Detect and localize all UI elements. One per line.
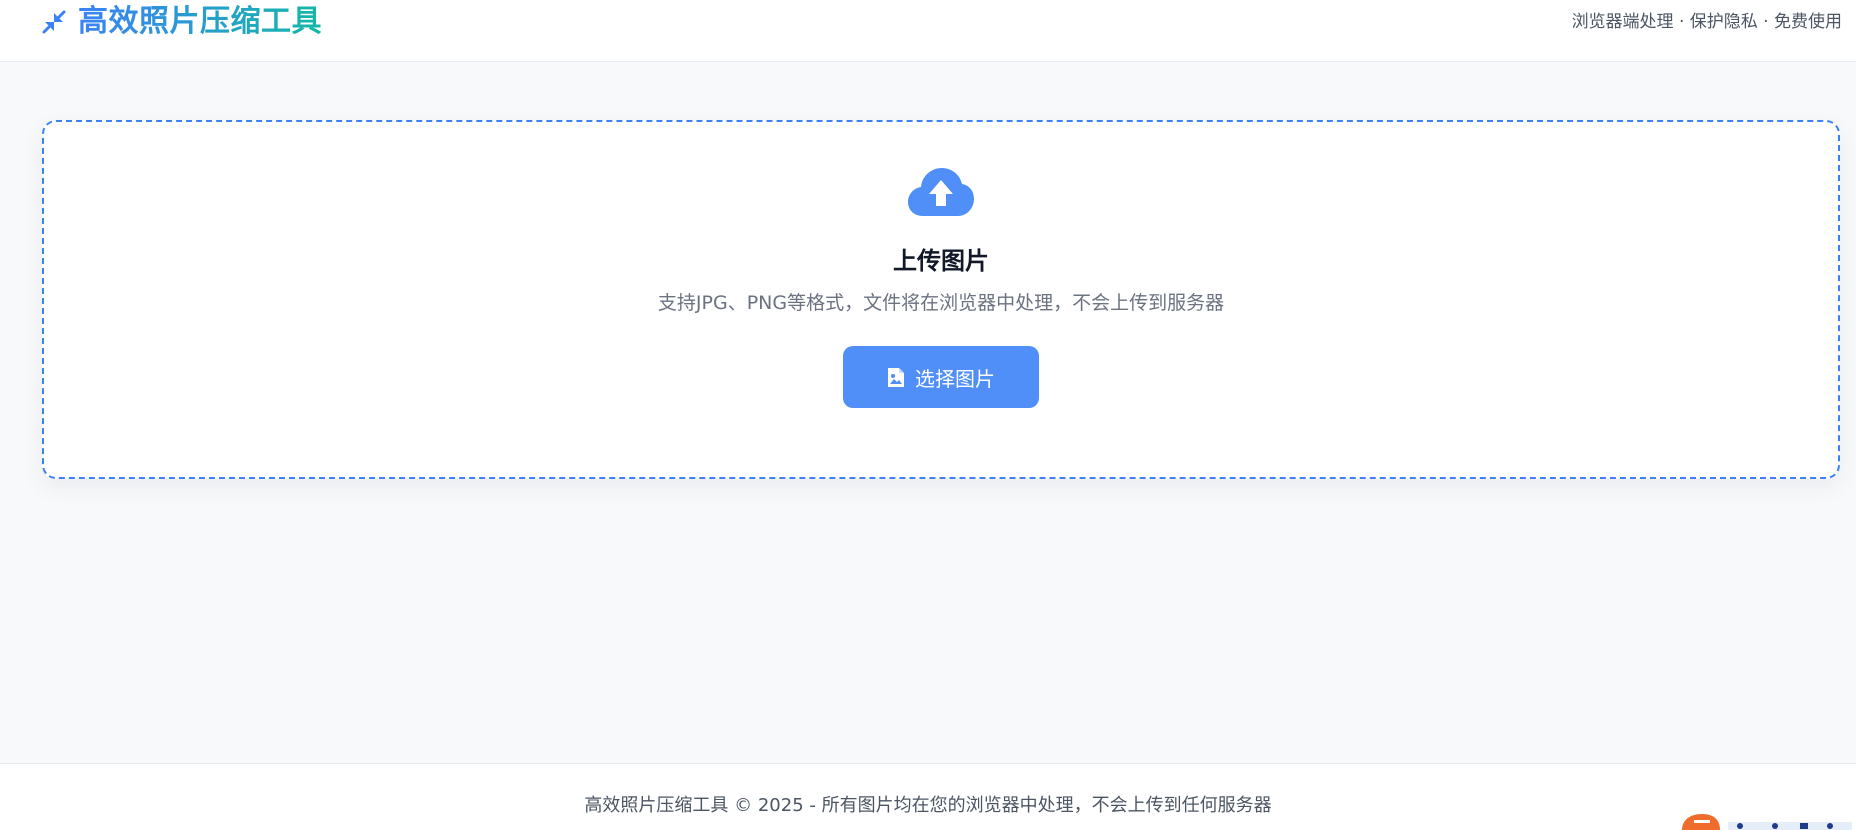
image-file-icon — [887, 367, 905, 388]
select-image-label: 选择图片 — [915, 366, 995, 391]
upload-dropzone[interactable]: 上传图片 支持JPG、PNG等格式，文件将在浏览器中处理，不会上传到服务器 选择… — [42, 120, 1840, 479]
app-title: 高效照片压缩工具 — [78, 0, 322, 44]
floating-toolbar-widget[interactable] — [1680, 812, 1856, 830]
cloud-upload-icon — [907, 166, 975, 218]
select-image-button[interactable]: 选择图片 — [843, 346, 1039, 408]
compress-arrows-icon — [40, 8, 68, 36]
upload-description: 支持JPG、PNG等格式，文件将在浏览器中处理，不会上传到服务器 — [657, 292, 1225, 314]
brand[interactable]: 高效照片压缩工具 — [40, 0, 322, 44]
page: 高效照片压缩工具 浏览器端处理 · 保护隐私 · 免费使用 上传图片 支持JPG… — [0, 0, 1856, 830]
header-tagline: 浏览器端处理 · 保护隐私 · 免费使用 — [1571, 12, 1842, 32]
header: 高效照片压缩工具 浏览器端处理 · 保护隐私 · 免费使用 — [0, 0, 1856, 62]
footer-text: 高效照片压缩工具 © 2025 - 所有图片均在您的浏览器中处理，不会上传到任何… — [584, 795, 1272, 816]
footer: 高效照片压缩工具 © 2025 - 所有图片均在您的浏览器中处理，不会上传到任何… — [0, 763, 1856, 830]
upload-title: 上传图片 — [893, 247, 989, 275]
